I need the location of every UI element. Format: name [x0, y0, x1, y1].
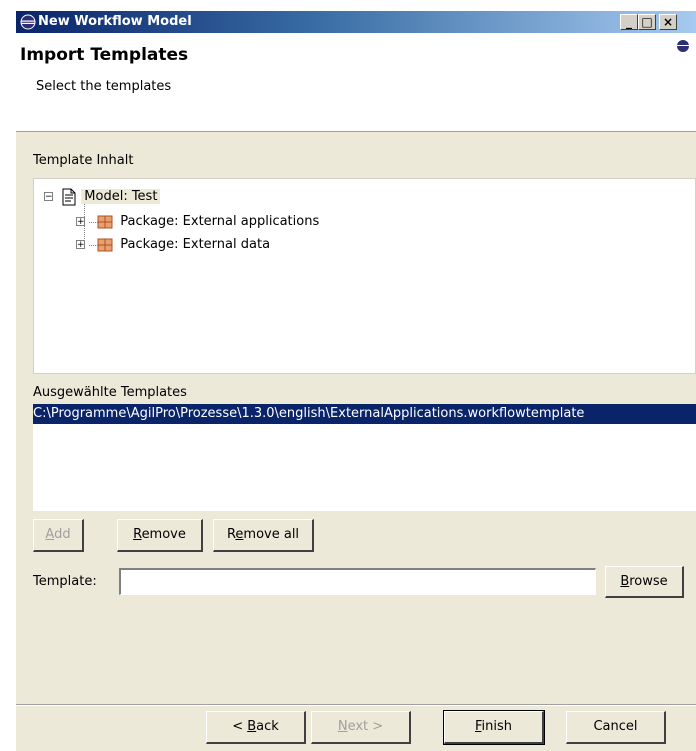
list-item[interactable]: C:\Programme\AgilPro\Prozesse\1.3.0\engl… [33, 404, 696, 424]
close-button[interactable]: × [659, 14, 677, 30]
back-button[interactable]: < Back [206, 711, 306, 744]
tree-item-label: Model: Test [81, 189, 161, 204]
footer-separator [16, 704, 696, 706]
page-subtitle: Select the templates [36, 79, 172, 94]
expand-icon[interactable]: + [76, 240, 85, 250]
expand-icon[interactable]: + [76, 217, 85, 227]
next-button[interactable]: Next > [311, 711, 411, 744]
minimize-button[interactable]: _ [620, 14, 638, 30]
wizard-header: Import Templates Select the templates [16, 33, 696, 132]
selected-templates-label: Ausgewählte Templates [33, 385, 187, 400]
page-title: Import Templates [20, 45, 189, 65]
package-icon [97, 215, 113, 228]
template-field-label: Template: [33, 574, 97, 589]
tree-item-model[interactable]: − Model: Test [44, 187, 161, 207]
tree-item-label: Package: External applications [120, 214, 320, 229]
template-content-label: Template Inhalt [33, 153, 134, 168]
package-icon [97, 238, 113, 251]
maximize-button[interactable]: □ [638, 14, 656, 30]
tree-item-package[interactable]: + Package: External applications [76, 212, 319, 232]
browse-button[interactable]: Browse [605, 566, 684, 598]
template-path-input[interactable] [119, 568, 596, 595]
remove-all-button[interactable]: Remove all [213, 519, 314, 552]
model-file-icon [62, 188, 76, 205]
add-button[interactable]: Add [33, 519, 84, 552]
title-bar[interactable]: New Workflow Model _ □ × [16, 11, 696, 33]
collapse-icon[interactable]: − [44, 192, 53, 202]
window-title: New Workflow Model [38, 14, 192, 29]
remove-button[interactable]: Remove [117, 519, 203, 552]
eclipse-icon [20, 14, 36, 30]
tree-item-package[interactable]: + Package: External data [76, 235, 270, 255]
cancel-button[interactable]: Cancel [566, 711, 666, 744]
finish-button[interactable]: Finish [443, 710, 545, 745]
selected-templates-list[interactable]: C:\Programme\AgilPro\Prozesse\1.3.0\engl… [33, 404, 696, 511]
dialog-window: New Workflow Model _ □ × Import Template… [16, 11, 696, 751]
template-tree[interactable]: − Model: Test + Package: External applic… [33, 178, 696, 374]
tree-item-label: Package: External data [120, 237, 271, 252]
wizard-banner-icon [677, 40, 689, 52]
